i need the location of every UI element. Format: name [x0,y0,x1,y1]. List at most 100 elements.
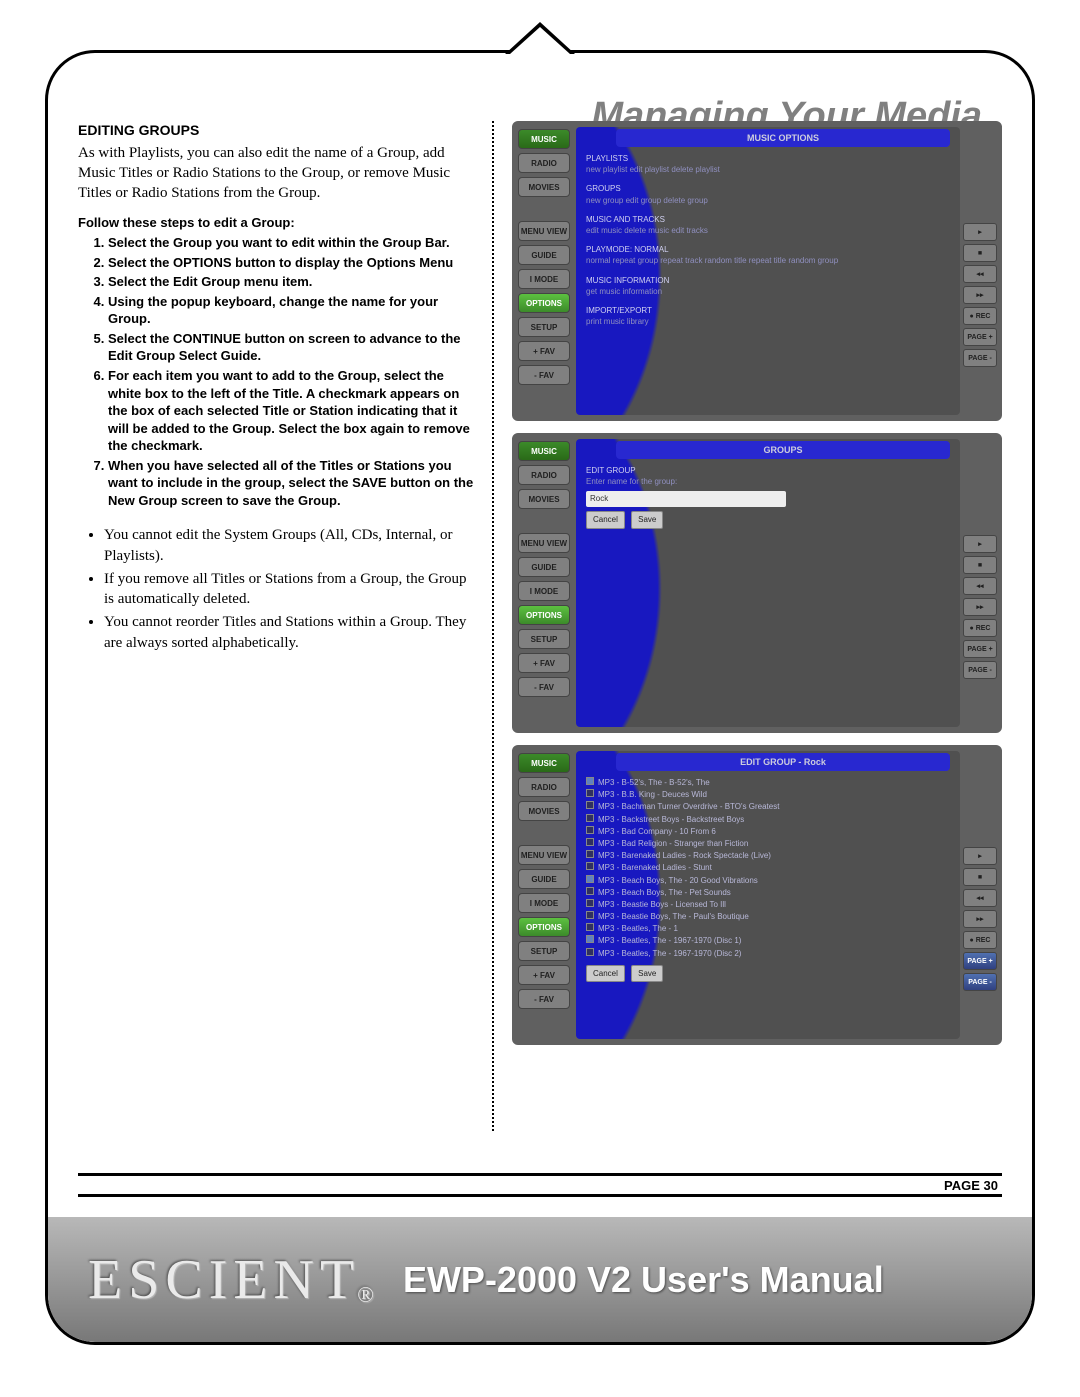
stop-button[interactable]: ■ [963,868,997,886]
track-checkbox[interactable] [586,850,594,858]
ss-main: MUSIC OPTIONS PLAYLISTSnew playlist edit… [576,127,960,415]
cancel-button[interactable]: Cancel [586,965,625,982]
track-checkbox[interactable] [586,789,594,797]
track-checkbox[interactable] [586,899,594,907]
track-row[interactable]: MP3 - Bad Company - 10 From 6 [586,826,950,837]
track-checkbox[interactable] [586,911,594,919]
track-checkbox[interactable] [586,862,594,870]
track-checkbox[interactable] [586,923,594,931]
track-row[interactable]: MP3 - Beastie Boys - Licensed To Ill [586,899,950,910]
setup-button[interactable]: SETUP [518,317,570,337]
menuview-button[interactable]: MENU VIEW [518,845,570,865]
track-row[interactable]: MP3 - Beach Boys, The - Pet Sounds [586,887,950,898]
opt-group-items[interactable]: normal repeat group repeat track random … [586,255,950,266]
track-checkbox[interactable] [586,838,594,846]
track-checkbox[interactable] [586,826,594,834]
track-row[interactable]: MP3 - Bad Religion - Stranger than Ficti… [586,838,950,849]
imode-button[interactable]: I MODE [518,269,570,289]
setup-button[interactable]: SETUP [518,629,570,649]
opt-group-items[interactable]: new group edit group delete group [586,195,950,206]
save-button[interactable]: Save [631,511,663,528]
movies-button[interactable]: MOVIES [518,801,570,821]
track-row[interactable]: MP3 - Barenaked Ladies - Stunt [586,862,950,873]
rec-button[interactable]: ● REC [963,619,997,637]
subfav-button[interactable]: - FAV [518,677,570,697]
track-row[interactable]: MP3 - Beastie Boys, The - Paul's Boutiqu… [586,911,950,922]
group-name-input[interactable]: Rock [586,491,786,507]
opt-group-items[interactable]: edit music delete music edit tracks [586,225,950,236]
opt-group-items[interactable]: print music library [586,316,950,327]
stop-button[interactable]: ■ [963,556,997,574]
imode-button[interactable]: I MODE [518,581,570,601]
track-label: MP3 - Backstreet Boys - Backstreet Boys [598,814,744,825]
pagedn-button[interactable]: PAGE - [963,973,997,991]
track-checkbox[interactable] [586,801,594,809]
track-checkbox[interactable] [586,814,594,822]
track-row[interactable]: MP3 - Bachman Turner Overdrive - BTO's G… [586,801,950,812]
guide-button[interactable]: GUIDE [518,869,570,889]
ffwd-button[interactable]: ▸▸ [963,286,997,304]
track-row[interactable]: MP3 - B-52's, The - B-52's, The [586,777,950,788]
track-checkbox[interactable] [586,887,594,895]
track-row[interactable]: MP3 - Barenaked Ladies - Rock Spectacle … [586,850,950,861]
guide-button[interactable]: GUIDE [518,245,570,265]
panel-title: GROUPS [616,441,950,459]
subfav-button[interactable]: - FAV [518,365,570,385]
addfav-button[interactable]: + FAV [518,653,570,673]
pageup-button[interactable]: PAGE + [963,640,997,658]
setup-button[interactable]: SETUP [518,941,570,961]
menuview-button[interactable]: MENU VIEW [518,533,570,553]
track-row[interactable]: MP3 - Beatles, The - 1967-1970 (Disc 2) [586,948,950,959]
ffwd-button[interactable]: ▸▸ [963,598,997,616]
radio-button[interactable]: RADIO [518,777,570,797]
play-button[interactable]: ▸ [963,847,997,865]
stop-button[interactable]: ■ [963,244,997,262]
track-row[interactable]: MP3 - Backstreet Boys - Backstreet Boys [586,814,950,825]
track-label: MP3 - Beach Boys, The - Pet Sounds [598,887,731,898]
movies-button[interactable]: MOVIES [518,489,570,509]
pageup-button[interactable]: PAGE + [963,952,997,970]
radio-button[interactable]: RADIO [518,153,570,173]
track-checkbox[interactable] [586,875,594,883]
radio-button[interactable]: RADIO [518,465,570,485]
music-button[interactable]: MUSIC [518,753,570,773]
guide-button[interactable]: GUIDE [518,557,570,577]
track-row[interactable]: MP3 - Beatles, The - 1967-1970 (Disc 1) [586,935,950,946]
ffwd-button[interactable]: ▸▸ [963,910,997,928]
music-button[interactable]: MUSIC [518,129,570,149]
addfav-button[interactable]: + FAV [518,341,570,361]
play-button[interactable]: ▸ [963,223,997,241]
track-row[interactable]: MP3 - B.B. King - Deuces Wild [586,789,950,800]
cancel-button[interactable]: Cancel [586,511,625,528]
track-checkbox[interactable] [586,777,594,785]
screenshot-music-options: MUSIC RADIO MOVIES MENU VIEW GUIDE I MOD… [512,121,1002,421]
options-button[interactable]: OPTIONS [518,917,570,937]
pageup-button[interactable]: PAGE + [963,328,997,346]
rewind-button[interactable]: ◂◂ [963,577,997,595]
menuview-button[interactable]: MENU VIEW [518,221,570,241]
rec-button[interactable]: ● REC [963,307,997,325]
track-checkbox[interactable] [586,948,594,956]
addfav-button[interactable]: + FAV [518,965,570,985]
opt-group-items[interactable]: new playlist edit playlist delete playli… [586,164,950,175]
page-number-bar: PAGE 30 [78,1173,1002,1197]
options-button[interactable]: OPTIONS [518,605,570,625]
panel-title: MUSIC OPTIONS [616,129,950,147]
pagedn-button[interactable]: PAGE - [963,661,997,679]
movies-button[interactable]: MOVIES [518,177,570,197]
rewind-button[interactable]: ◂◂ [963,265,997,283]
rewind-button[interactable]: ◂◂ [963,889,997,907]
pagedn-button[interactable]: PAGE - [963,349,997,367]
track-label: MP3 - B.B. King - Deuces Wild [598,789,707,800]
track-row[interactable]: MP3 - Beatles, The - 1 [586,923,950,934]
options-button[interactable]: OPTIONS [518,293,570,313]
opt-group-items[interactable]: get music information [586,286,950,297]
track-row[interactable]: MP3 - Beach Boys, The - 20 Good Vibratio… [586,875,950,886]
play-button[interactable]: ▸ [963,535,997,553]
rec-button[interactable]: ● REC [963,931,997,949]
music-button[interactable]: MUSIC [518,441,570,461]
subfav-button[interactable]: - FAV [518,989,570,1009]
track-checkbox[interactable] [586,935,594,943]
imode-button[interactable]: I MODE [518,893,570,913]
save-button[interactable]: Save [631,965,663,982]
